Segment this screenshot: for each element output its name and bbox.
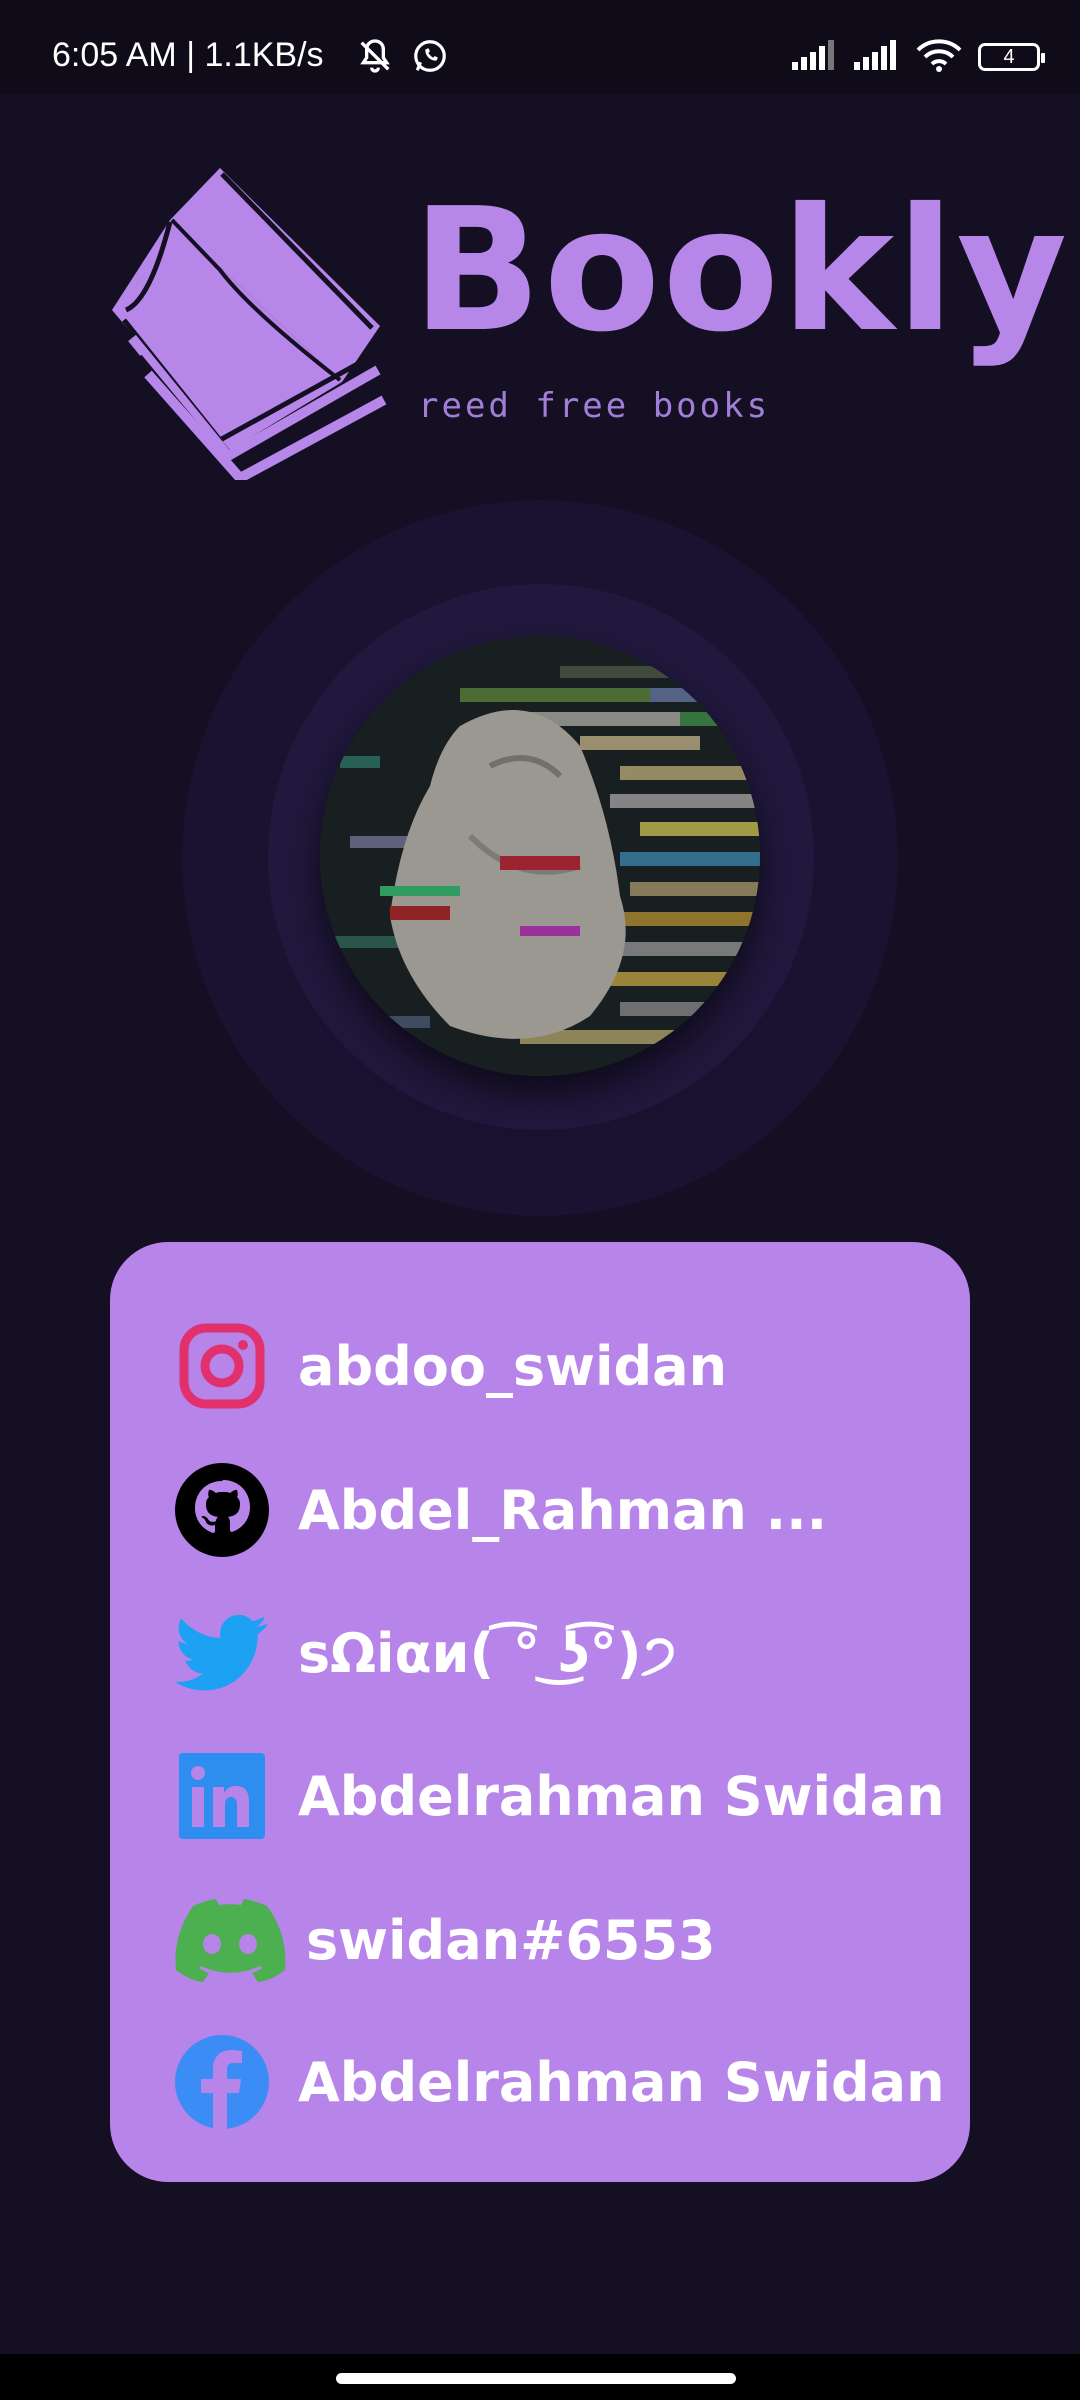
instagram-icon — [174, 1318, 270, 1414]
home-indicator[interactable] — [336, 2373, 736, 2384]
social-label: Abdelrahman Swidan — [298, 1764, 945, 1828]
social-links-card: abdoo_swidan Abdel_Rahman ... sΩi⁠αи( ͡°… — [110, 1242, 970, 2182]
linkedin-icon — [174, 1748, 270, 1844]
social-row-linkedin[interactable]: Abdelrahman Swidan — [174, 1746, 945, 1846]
signal-icon — [854, 40, 900, 74]
navigation-bar — [0, 2354, 1080, 2400]
mute-bell-icon — [355, 36, 395, 80]
battery-icon: 4 — [978, 43, 1045, 71]
facebook-icon — [174, 2034, 270, 2130]
signal-icon — [792, 40, 838, 74]
app-tagline: reed free books — [418, 386, 771, 426]
social-label: sΩi⁠αи( ͡° ͜ʖ͡°)੭ — [298, 1622, 677, 1685]
social-row-twitter[interactable]: sΩi⁠αи( ͡° ͜ʖ͡°)੭ — [174, 1604, 676, 1704]
social-row-instagram[interactable]: abdoo_swidan — [174, 1316, 727, 1416]
battery-level: 4 — [1003, 45, 1015, 68]
github-icon — [174, 1462, 270, 1558]
book-icon — [110, 160, 390, 485]
status-left-icons — [355, 36, 449, 80]
social-row-github[interactable]: Abdel_Rahman ... — [174, 1460, 827, 1560]
social-label: abdoo_swidan — [298, 1334, 728, 1398]
social-label: Abdel_Rahman ... — [298, 1478, 828, 1542]
profile-avatar — [320, 636, 760, 1076]
social-row-discord[interactable]: swidan#6553 — [174, 1890, 716, 1990]
social-label: swidan#6553 — [306, 1908, 716, 1972]
app-logo: Bookly reed free books — [110, 160, 1067, 485]
twitter-icon — [174, 1606, 270, 1702]
status-right-icons: 4 — [792, 38, 1045, 76]
app-title: Bookly — [412, 172, 1070, 370]
social-label: Abdelrahman Swidan — [298, 2050, 945, 2114]
wifi-icon — [916, 38, 962, 76]
discord-icon — [174, 1892, 286, 1988]
status-time: 6:05 AM | 1.1KB/s — [52, 36, 324, 74]
whatsapp-icon — [411, 37, 449, 79]
social-row-facebook[interactable]: Abdelrahman Swidan — [174, 2032, 945, 2132]
status-bar: 6:05 AM | 1.1KB/s 4 — [0, 0, 1080, 94]
